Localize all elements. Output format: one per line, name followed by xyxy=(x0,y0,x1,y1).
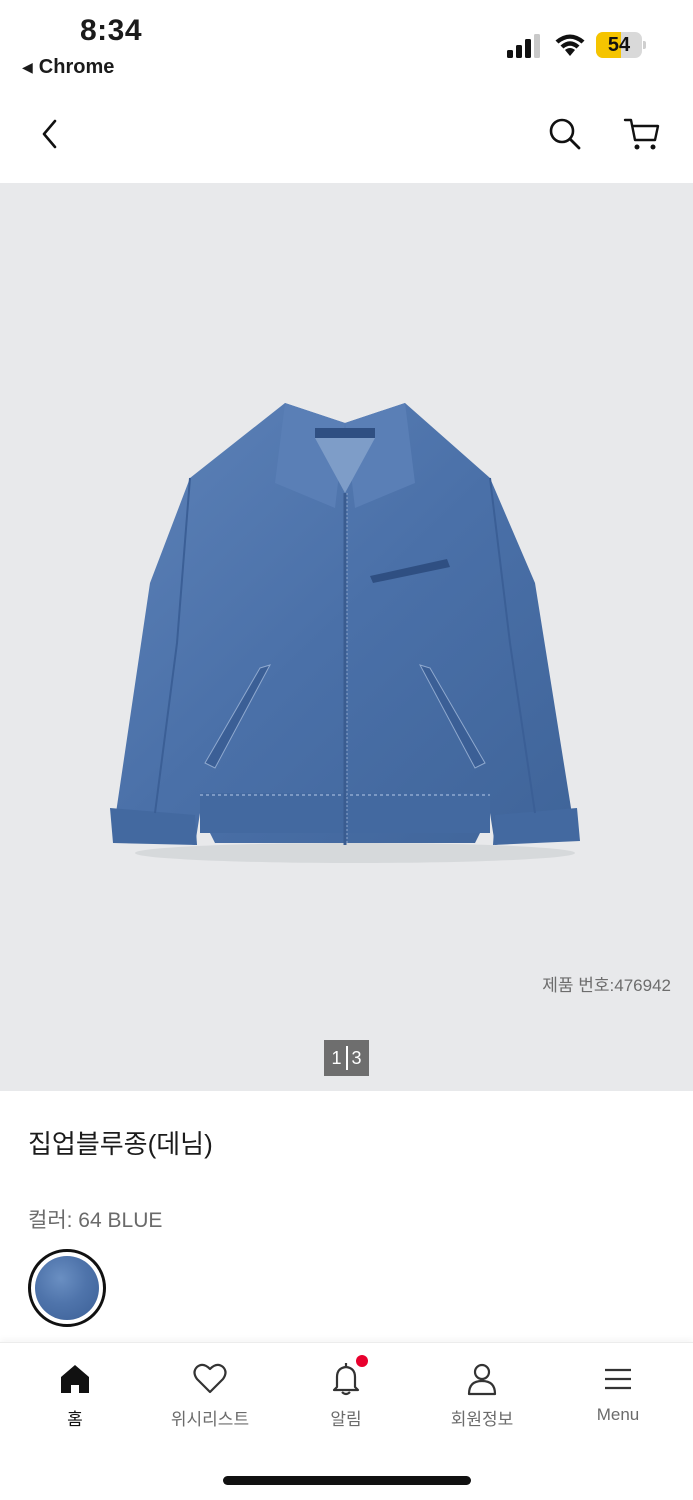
heart-icon xyxy=(193,1363,227,1394)
page-total: 3 xyxy=(351,1047,362,1068)
page-current: 1 xyxy=(331,1047,342,1068)
tab-home-label: 홈 xyxy=(67,1410,83,1429)
back-to-app-link[interactable]: ◀ Chrome xyxy=(22,56,114,79)
color-label: 컬러: 64 BLUE xyxy=(28,1209,163,1232)
back-button[interactable] xyxy=(28,112,72,156)
search-icon xyxy=(549,118,581,150)
product-title: 집업블루종(데님) xyxy=(28,1129,213,1159)
home-indicator[interactable] xyxy=(223,1476,471,1485)
status-time: 8:34 xyxy=(80,14,143,47)
tab-menu[interactable]: Menu xyxy=(553,1361,683,1425)
cellular-signal-icon xyxy=(507,34,540,58)
wifi-icon xyxy=(555,34,585,56)
tab-wishlist-label: 위시리스트 xyxy=(170,1410,250,1429)
tab-wishlist[interactable]: 위시리스트 xyxy=(145,1361,275,1430)
tab-account[interactable]: 회원정보 xyxy=(417,1361,547,1430)
tab-account-label: 회원정보 xyxy=(450,1410,514,1429)
search-button[interactable] xyxy=(543,112,587,156)
status-bar: 8:34 ◀ Chrome 54 xyxy=(0,0,693,90)
product-number: 제품 번호:476942 xyxy=(542,976,671,995)
back-triangle-icon: ◀ xyxy=(22,59,33,75)
color-swatch-blue xyxy=(35,1256,99,1320)
product-image-gallery[interactable]: 제품 번호:476942 1 3 xyxy=(0,183,693,1091)
user-icon xyxy=(467,1363,497,1396)
color-swatch-selected[interactable] xyxy=(28,1249,106,1327)
tab-menu-label: Menu xyxy=(596,1405,640,1424)
menu-icon xyxy=(605,1368,631,1390)
battery-indicator: 54 xyxy=(596,32,646,58)
top-nav-bar xyxy=(0,92,693,182)
chevron-left-icon xyxy=(42,119,57,149)
cart-icon xyxy=(623,118,660,150)
battery-level: 54 xyxy=(607,34,631,56)
tab-home[interactable]: 홈 xyxy=(10,1361,140,1430)
notification-badge xyxy=(356,1355,368,1367)
home-icon xyxy=(61,1365,89,1393)
denim-jacket-image xyxy=(110,403,580,863)
tab-notifications[interactable]: 알림 xyxy=(281,1355,411,1430)
image-page-indicator: 1 3 xyxy=(324,1040,369,1076)
back-app-label: Chrome xyxy=(38,56,115,78)
tab-notifications-label: 알림 xyxy=(330,1410,362,1429)
cart-button[interactable] xyxy=(620,112,664,156)
product-page: 8:34 ◀ Chrome 54 제품 번호:476942 1 3 집업블루종(… xyxy=(0,0,693,1500)
